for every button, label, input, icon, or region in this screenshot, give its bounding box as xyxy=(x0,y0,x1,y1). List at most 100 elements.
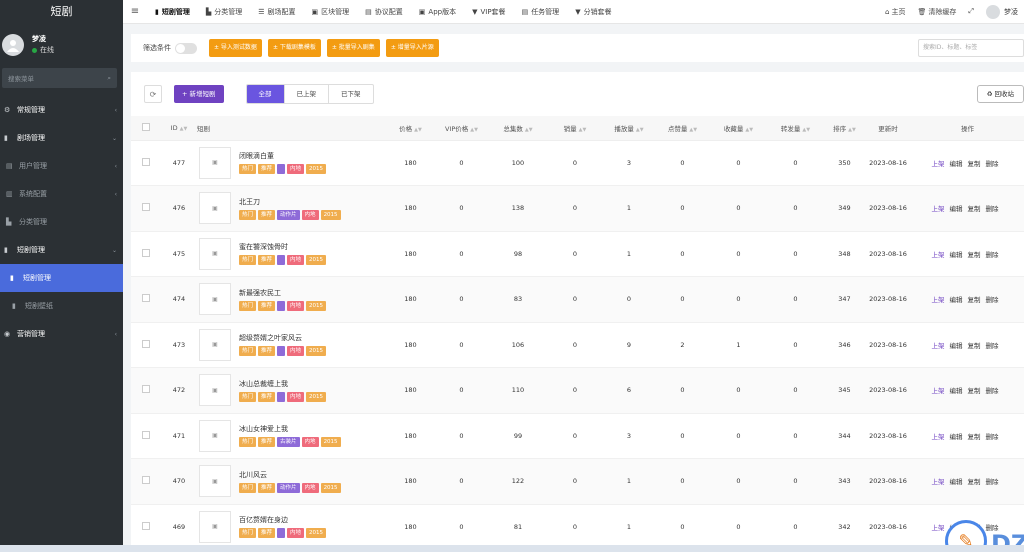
publish-button[interactable]: 上架 xyxy=(932,160,945,168)
publish-button[interactable]: 上架 xyxy=(932,387,945,395)
delete-button[interactable]: 删除 xyxy=(986,342,999,350)
cover-image-icon[interactable]: ▣ xyxy=(199,283,231,316)
row-checkbox[interactable] xyxy=(131,504,161,545)
edit-button[interactable]: 编辑 xyxy=(950,433,963,441)
cover-image-icon[interactable]: ▣ xyxy=(199,374,231,407)
avatar[interactable] xyxy=(2,34,24,56)
edit-button[interactable]: 编辑 xyxy=(950,342,963,350)
copy-button[interactable]: 复制 xyxy=(968,387,981,395)
user-menu[interactable]: 梦凌 xyxy=(980,4,1024,19)
cover-image-icon[interactable]: ▣ xyxy=(199,146,231,179)
sidebar-item-users[interactable]: ▤ 用户管理 ‹ xyxy=(0,152,123,180)
col-id[interactable]: ID ▲▼ xyxy=(161,116,197,141)
select-all-checkbox[interactable] xyxy=(131,116,161,141)
edit-button[interactable]: 编辑 xyxy=(950,251,963,259)
delete-button[interactable]: 删除 xyxy=(986,387,999,395)
tab-app-version[interactable]: ▣ App版本 xyxy=(411,0,464,24)
clear-cache-button[interactable]: 🗑 清除缓存 xyxy=(912,7,963,17)
tab-offline[interactable]: 已下架 xyxy=(328,85,373,103)
copy-button[interactable]: 复制 xyxy=(968,251,981,259)
batch-import-button[interactable]: ± 批量导入剧集 xyxy=(326,39,380,57)
copy-button[interactable]: 复制 xyxy=(968,478,981,486)
publish-button[interactable]: 上架 xyxy=(932,296,945,304)
edit-button[interactable]: 编辑 xyxy=(950,387,963,395)
row-checkbox[interactable] xyxy=(131,276,161,323)
tab-protocol[interactable]: ▤ 协议配置 xyxy=(357,0,411,24)
row-checkbox[interactable] xyxy=(131,185,161,232)
copy-button[interactable]: 复制 xyxy=(968,160,981,168)
home-link[interactable]: ⌂ 主页 xyxy=(879,7,911,17)
tab-block[interactable]: ▣ 区块管理 xyxy=(304,0,358,24)
publish-button[interactable]: 上架 xyxy=(932,524,945,532)
edit-button[interactable]: 编辑 xyxy=(950,205,963,213)
col-plays[interactable]: 播放量 ▲▼ xyxy=(603,116,655,141)
sidebar-item-theater[interactable]: ▮ 剧场管理 ⌄ xyxy=(0,124,123,152)
row-checkbox[interactable] xyxy=(131,231,161,277)
menu-toggle-icon[interactable]: ≡ xyxy=(123,6,147,17)
col-sales[interactable]: 销量 ▲▼ xyxy=(547,116,603,141)
col-sort[interactable]: 排序 ▲▼ xyxy=(824,116,865,141)
col-shares[interactable]: 转发量 ▲▼ xyxy=(767,116,824,141)
row-checkbox[interactable] xyxy=(131,458,161,505)
row-checkbox[interactable] xyxy=(131,367,161,414)
cover-image-icon[interactable]: ▣ xyxy=(199,510,231,543)
tab-task[interactable]: ▤ 任务管理 xyxy=(514,0,568,24)
copy-button[interactable]: 复制 xyxy=(968,296,981,304)
publish-button[interactable]: 上架 xyxy=(932,342,945,350)
col-updated[interactable]: 更新时 xyxy=(865,116,911,141)
col-likes[interactable]: 点赞量 ▲▼ xyxy=(655,116,710,141)
fullscreen-icon[interactable]: ⤢ xyxy=(962,7,980,16)
col-vip-price[interactable]: VIP价格 ▲▼ xyxy=(434,116,489,141)
edit-button[interactable]: 编辑 xyxy=(950,160,963,168)
sidebar-item-marketing[interactable]: ◉ 营销管理 ‹ xyxy=(0,320,123,348)
sidebar-item-drama-group[interactable]: ▮ 短剧管理 ⌄ xyxy=(0,236,123,264)
search-input[interactable]: 搜索ID、标题、标签 xyxy=(918,39,1024,57)
cover-image-icon[interactable]: ▣ xyxy=(199,465,231,498)
publish-button[interactable]: 上架 xyxy=(932,251,945,259)
row-checkbox[interactable] xyxy=(131,140,161,186)
copy-button[interactable]: 复制 xyxy=(968,433,981,441)
row-checkbox[interactable] xyxy=(131,413,161,459)
delete-button[interactable]: 删除 xyxy=(986,160,999,168)
col-episodes[interactable]: 总集数 ▲▼ xyxy=(489,116,547,141)
edit-button[interactable]: 编辑 xyxy=(950,296,963,304)
tab-drama[interactable]: ▮ 短剧管理 xyxy=(147,0,198,24)
delete-button[interactable]: 删除 xyxy=(986,205,999,213)
tab-distribution[interactable]: ▼ 分销套餐 xyxy=(567,0,619,24)
incremental-import-button[interactable]: ± 增量导入片源 xyxy=(385,39,439,57)
sidebar-item-general[interactable]: ⚙ 常规管理 ‹ xyxy=(0,96,123,124)
delete-button[interactable]: 删除 xyxy=(986,433,999,441)
tab-all[interactable]: 全部 xyxy=(246,85,284,103)
tab-theater-config[interactable]: ☰ 剧场配置 xyxy=(250,0,303,24)
sidebar-item-system[interactable]: ▥ 系统配置 ‹ xyxy=(0,180,123,208)
delete-button[interactable]: 删除 xyxy=(986,296,999,304)
edit-button[interactable]: 编辑 xyxy=(950,478,963,486)
tab-category[interactable]: ▙ 分类管理 xyxy=(198,0,250,24)
publish-button[interactable]: 上架 xyxy=(932,205,945,213)
delete-button[interactable]: 删除 xyxy=(986,478,999,486)
publish-button[interactable]: 上架 xyxy=(932,478,945,486)
cover-image-icon[interactable]: ▣ xyxy=(199,237,231,270)
cover-image-icon[interactable]: ▣ xyxy=(199,419,231,452)
row-checkbox[interactable] xyxy=(131,322,161,368)
copy-button[interactable]: 复制 xyxy=(968,342,981,350)
cover-image-icon[interactable]: ▣ xyxy=(199,328,231,361)
copy-button[interactable]: 复制 xyxy=(968,205,981,213)
refresh-icon[interactable]: ⟳ xyxy=(144,85,162,103)
col-favs[interactable]: 收藏量 ▲▼ xyxy=(710,116,767,141)
filter-switch[interactable] xyxy=(175,42,197,54)
tab-online[interactable]: 已上架 xyxy=(283,85,329,103)
sidebar-item-wallpaper[interactable]: ▮ 短剧壁纸 xyxy=(0,292,123,320)
sidebar-item-category[interactable]: ▙ 分类管理 xyxy=(0,208,123,236)
cover-image-icon[interactable]: ▣ xyxy=(199,192,231,225)
sidebar-search[interactable]: 搜索菜单 ⌕ xyxy=(2,68,117,88)
recycle-bin-button[interactable]: ♻ 回收站 xyxy=(976,85,1024,103)
import-test-data-button[interactable]: ± 导入测试数据 xyxy=(209,39,262,57)
publish-button[interactable]: 上架 xyxy=(932,433,945,441)
col-price[interactable]: 价格 ▲▼ xyxy=(387,116,434,141)
sidebar-item-drama[interactable]: ▮ 短剧管理 xyxy=(0,264,123,292)
tab-vip[interactable]: ▼ VIP套餐 xyxy=(464,0,513,24)
add-drama-button[interactable]: + 新增短剧 xyxy=(174,85,224,103)
delete-button[interactable]: 删除 xyxy=(986,251,999,259)
filter-toggle[interactable]: 筛选条件 xyxy=(143,42,197,54)
